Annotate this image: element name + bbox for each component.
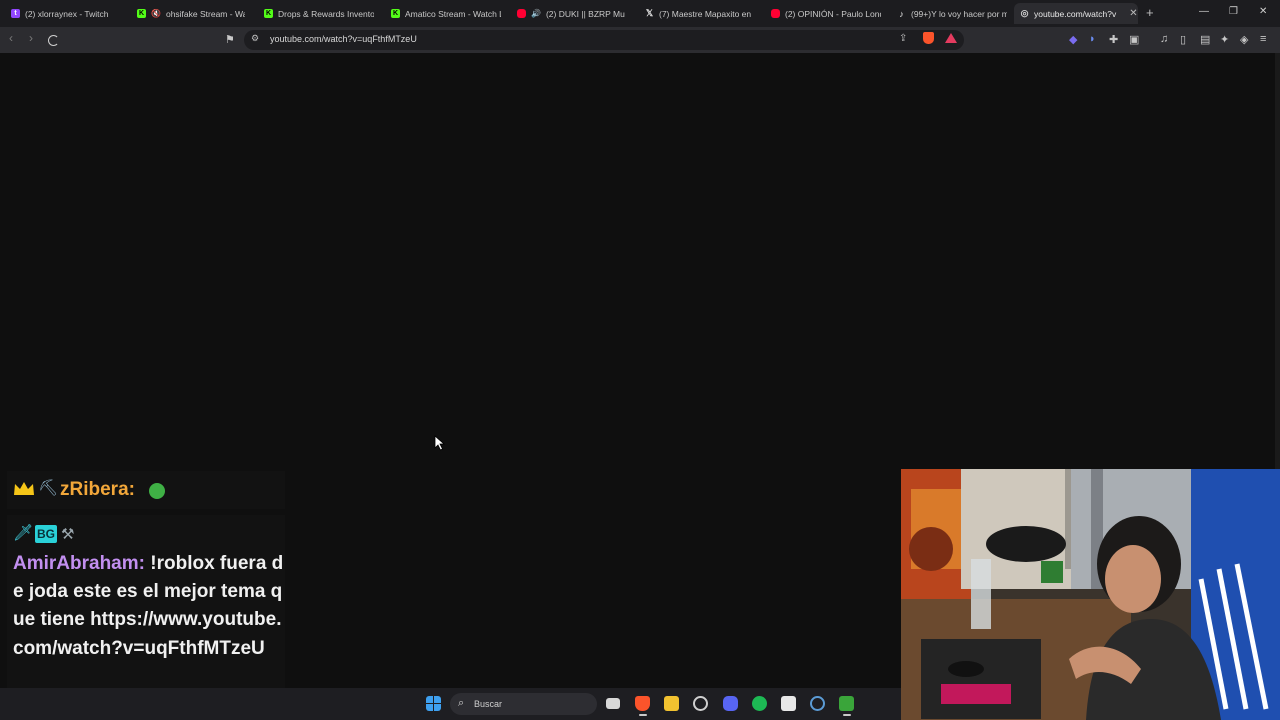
browser-toolbar: ‹ › ⚑ ⚙ youtube.com/watch?v=uqFthfMTzeU … xyxy=(0,27,1280,53)
brave-shields-icon[interactable] xyxy=(923,32,934,44)
badge-bg: BG xyxy=(35,525,57,543)
tab-strip: t (2) xlorraynex - Twitch K 🔇 ohsifake S… xyxy=(0,0,1280,27)
twitch-icon: t xyxy=(11,9,20,18)
tab-title: (7) Maestre Mapaxito en X xyxy=(659,8,753,19)
taskbar-search-placeholder[interactable]: Buscar xyxy=(474,699,502,709)
tab-title: (2) OPINIÓN - Paulo Lond xyxy=(785,8,881,19)
tab-x-mapaxito[interactable]: 𝕏 (7) Maestre Mapaxito en X xyxy=(645,4,753,23)
kick-icon: K xyxy=(137,9,146,18)
sparkle-icon[interactable]: ✦ xyxy=(1220,33,1229,46)
webcam-overlay xyxy=(901,469,1280,720)
close-window-icon[interactable]: ✕ xyxy=(1259,6,1267,17)
wallet-icon[interactable]: ◗ xyxy=(1089,33,1096,45)
tab-title: (2) xlorraynex - Twitch xyxy=(25,8,109,19)
tab-title: youtube.com/watch?v xyxy=(1034,8,1117,19)
task-view-icon[interactable] xyxy=(606,698,620,709)
brave-rewards-icon[interactable] xyxy=(945,33,957,43)
kick-icon: K xyxy=(264,9,273,18)
tab-youtube-opinion[interactable]: (2) OPINIÓN - Paulo Lond xyxy=(771,4,881,23)
leo-ai-icon[interactable]: ◆ xyxy=(1069,33,1077,46)
restore-icon[interactable]: ❐ xyxy=(1229,6,1238,17)
chat-badges: 🗡 BG ⚒ xyxy=(13,525,74,543)
crown-icon xyxy=(14,482,34,495)
active-indicator xyxy=(843,714,851,716)
creeper-app-icon[interactable] xyxy=(839,696,854,711)
sword-badge-icon: 🗡 xyxy=(13,525,34,542)
mouse-cursor-icon xyxy=(434,435,446,451)
site-info-icon[interactable]: ⚙ xyxy=(251,33,259,44)
chat-username[interactable]: AmirAbraham: xyxy=(13,553,145,574)
youtube-icon xyxy=(517,9,526,18)
tab-kick-drops[interactable]: K Drops & Rewards Inventor xyxy=(264,4,374,23)
tab-title: (99+)Y lo voy hacer por m xyxy=(911,8,1007,19)
pickaxe-badge-icon: ⚒ xyxy=(61,526,75,543)
sidebar-icon[interactable]: ▯ xyxy=(1180,33,1186,46)
loading-spinner-icon[interactable] xyxy=(48,35,59,46)
close-tab-icon[interactable]: ✕ xyxy=(1129,8,1137,19)
new-tab-icon[interactable]: + xyxy=(1146,5,1154,20)
share-icon[interactable]: ⇪ xyxy=(899,33,907,44)
address-bar-url[interactable]: youtube.com/watch?v=uqFthfMTzeU xyxy=(270,34,417,44)
spotify-icon[interactable] xyxy=(752,696,767,711)
webcam-image xyxy=(901,469,1280,720)
youtube-icon xyxy=(771,9,780,18)
taskbar-search[interactable] xyxy=(450,693,597,715)
file-explorer-icon[interactable] xyxy=(664,696,679,711)
pickaxe-icon: ⛏ xyxy=(38,480,59,497)
vpn-shield-icon[interactable]: ◈ xyxy=(1240,33,1248,46)
steam-icon[interactable] xyxy=(693,696,708,711)
search-icon: ⌕ xyxy=(458,697,465,709)
bookmark-icon[interactable]: ⚑ xyxy=(225,33,235,46)
active-indicator xyxy=(639,714,647,716)
tab-title: (2) DUKI || BZRP Music xyxy=(545,8,625,19)
minimize-icon[interactable]: — xyxy=(1199,6,1209,17)
brave-browser-icon[interactable] xyxy=(635,696,650,711)
globe-icon: ◎ xyxy=(1020,8,1029,18)
ccleaner-icon[interactable] xyxy=(810,696,825,711)
tab-title: Drops & Rewards Inventor xyxy=(278,8,374,19)
obs-app-icon[interactable] xyxy=(781,696,796,711)
tiktok-icon: ♪ xyxy=(899,8,904,19)
menu-icon[interactable]: ≡ xyxy=(1260,33,1266,45)
speaker-icon[interactable]: 🔊 xyxy=(531,9,541,18)
tab-youtube-duki[interactable]: 🔊 (2) DUKI || BZRP Music xyxy=(517,4,625,23)
chat-message: AmirAbraham: !roblox fuera de joda este … xyxy=(13,550,285,663)
screenshot-icon[interactable]: ▣ xyxy=(1129,33,1139,46)
extensions-icon[interactable]: ✚ xyxy=(1109,33,1118,46)
windows-start-icon[interactable] xyxy=(426,696,441,711)
x-icon: 𝕏 xyxy=(645,8,654,18)
emote-icon xyxy=(149,483,165,499)
muted-speaker-icon[interactable]: 🔇 xyxy=(151,9,161,18)
tab-kick-ohsifake[interactable]: K 🔇 ohsifake Stream - Watc xyxy=(137,4,245,23)
back-icon[interactable]: ‹ xyxy=(9,31,13,45)
tab-twitch-xlorraynex[interactable]: t (2) xlorraynex - Twitch xyxy=(11,4,129,23)
tab-tiktok[interactable]: ♪ (99+)Y lo voy hacer por m xyxy=(897,4,1007,23)
tab-youtube-watch-active[interactable]: ◎ youtube.com/watch?v ✕ xyxy=(1014,3,1138,24)
tab-title: Amatico Stream - Watch L xyxy=(405,8,501,19)
tab-kick-amatico[interactable]: K Amatico Stream - Watch L xyxy=(391,4,501,23)
forward-icon[interactable]: › xyxy=(29,31,33,45)
chat-username[interactable]: zRibera: xyxy=(60,476,135,504)
kick-icon: K xyxy=(391,9,400,18)
media-icon[interactable]: ♫ xyxy=(1160,33,1168,45)
tab-title: ohsifake Stream - Watc xyxy=(165,8,245,19)
discord-icon[interactable] xyxy=(723,696,738,711)
wallet-card-icon[interactable]: ▤ xyxy=(1200,33,1210,46)
